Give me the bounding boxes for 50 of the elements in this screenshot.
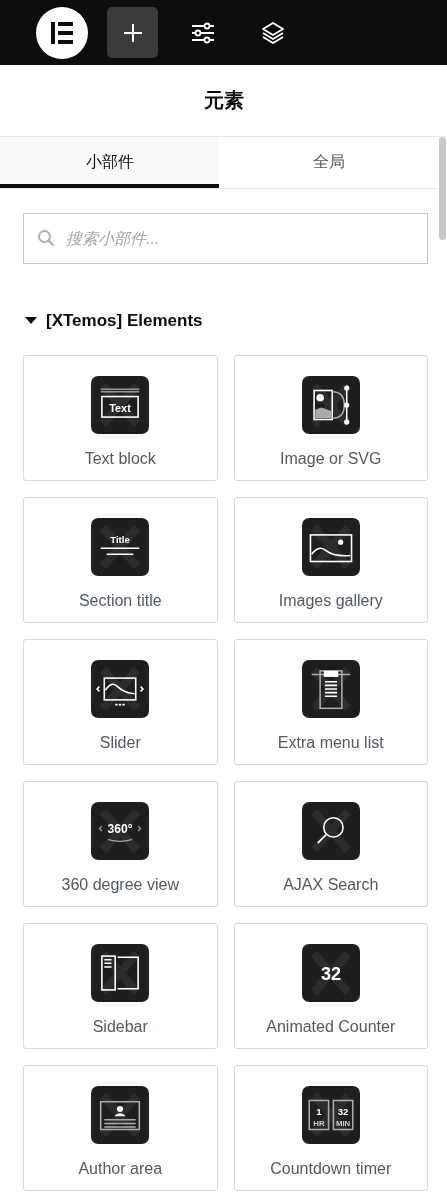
widget-card[interactable]: Extra menu list bbox=[233, 639, 428, 765]
widget-card[interactable]: Images gallery bbox=[233, 497, 428, 623]
author-widget-icon bbox=[91, 1086, 150, 1144]
section-title: [XTemos] Elements bbox=[46, 311, 203, 331]
widget-label: Text block bbox=[84, 450, 156, 468]
widget-label: AJAX Search bbox=[283, 876, 379, 894]
widget-card[interactable]: AJAX Search bbox=[233, 781, 428, 907]
widget-card[interactable]: 32 Animated Counter bbox=[233, 923, 428, 1049]
widget-card[interactable]: 1 32 HR MIN Countdown timer bbox=[233, 1065, 428, 1191]
search-field[interactable]: 搜索小部件... bbox=[23, 213, 428, 264]
sliders-icon bbox=[190, 21, 215, 44]
widget-card[interactable]: Image or SVG bbox=[233, 355, 428, 481]
widget-label: Sidebar bbox=[92, 1018, 148, 1036]
widget-card[interactable]: Author area bbox=[23, 1065, 218, 1191]
scrollbar[interactable] bbox=[439, 137, 446, 240]
caret-icon bbox=[25, 317, 37, 325]
widget-label: Slider bbox=[99, 734, 141, 752]
widget-label: Images gallery bbox=[278, 592, 383, 610]
widget-card[interactable]: Text Text block bbox=[23, 355, 218, 481]
widget-label: Animated Counter bbox=[266, 1018, 396, 1036]
add-button[interactable] bbox=[107, 7, 158, 58]
widget-card[interactable]: Slider bbox=[23, 639, 218, 765]
elementor-logo-button[interactable] bbox=[36, 6, 88, 59]
widget-label: Section title bbox=[78, 592, 162, 610]
logo-icon bbox=[36, 6, 88, 59]
countdown-widget-icon: 1 32 HR MIN bbox=[301, 1086, 360, 1144]
widget-label: Image or SVG bbox=[280, 450, 382, 468]
sidebar-widget-icon bbox=[91, 944, 150, 1002]
section-header[interactable]: [XTemos] Elements bbox=[25, 311, 428, 331]
gallery-widget-icon bbox=[301, 518, 360, 576]
text-widget-icon: Text bbox=[91, 376, 150, 434]
plus-icon bbox=[121, 21, 144, 44]
widget-card[interactable]: Title Section title bbox=[23, 497, 218, 623]
rotate-widget-icon: 360° bbox=[91, 802, 150, 860]
image-widget-icon bbox=[301, 376, 360, 434]
menu-widget-icon bbox=[301, 660, 360, 718]
counter-widget-icon: 32 bbox=[301, 944, 360, 1002]
panel-title: 元素 bbox=[203, 88, 244, 113]
widget-card[interactable]: 360° 360 degree view bbox=[23, 781, 218, 907]
layers-icon bbox=[260, 20, 285, 45]
search-widget-icon bbox=[301, 802, 360, 860]
widget-label: Extra menu list bbox=[277, 734, 384, 752]
widget-label: Author area bbox=[78, 1160, 163, 1178]
title-widget-icon: Title bbox=[91, 518, 150, 576]
widget-card[interactable]: Sidebar bbox=[23, 923, 218, 1049]
slider-widget-icon bbox=[91, 660, 150, 718]
search-icon bbox=[37, 229, 55, 247]
widget-label: 360 degree view bbox=[61, 876, 179, 894]
widget-label: Countdown timer bbox=[270, 1160, 392, 1178]
tab[interactable]: 小部件 bbox=[0, 137, 219, 188]
